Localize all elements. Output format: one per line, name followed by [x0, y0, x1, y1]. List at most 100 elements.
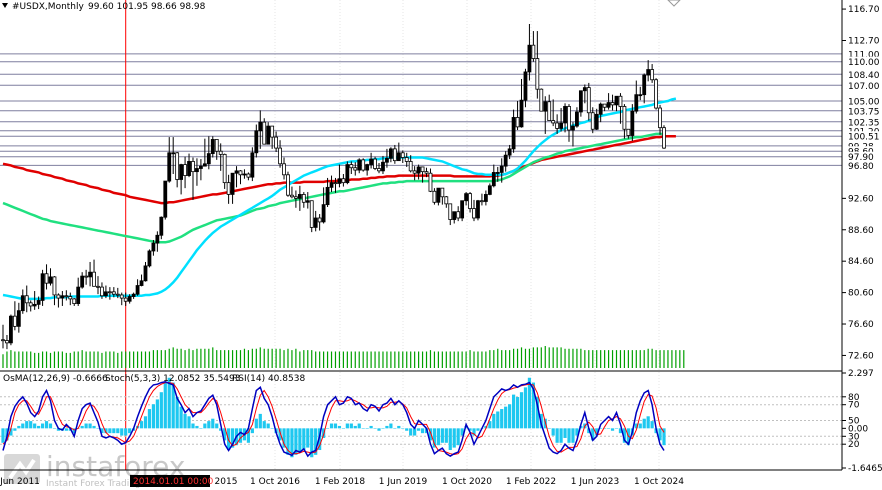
level-label-text: 108.40 [848, 71, 880, 81]
candle-body [52, 276, 57, 296]
candle-body [456, 211, 461, 219]
osma-bar [266, 423, 270, 429]
osma-bar [448, 428, 452, 451]
candle-body [183, 164, 187, 176]
osma-bar [302, 428, 306, 451]
osma-bar [504, 406, 508, 429]
candle-body [559, 122, 563, 129]
candle-body [321, 204, 326, 223]
osma-bar [650, 421, 654, 429]
osma-bar [401, 428, 405, 429]
x-tick-label: 2015 [215, 477, 238, 487]
candle-body [5, 340, 9, 344]
candle-body [511, 117, 516, 150]
candle-body [222, 153, 227, 184]
candle-body [274, 136, 279, 149]
osma-bar [195, 425, 199, 429]
candle-body [40, 273, 45, 301]
candle-body [432, 190, 437, 203]
candle-body [266, 125, 271, 145]
indicator-tick-label: 2.297 [848, 369, 874, 379]
osma-bar [456, 428, 460, 446]
candle-body [60, 295, 65, 299]
candle-body [115, 293, 120, 296]
candle-body [84, 275, 89, 278]
candle-body [575, 111, 579, 127]
x-tick-label: 1 Feb 2022 [506, 477, 556, 487]
osma-bar [440, 428, 444, 443]
x-tick-label: 1 Oct 2024 [634, 477, 684, 487]
candle-body [317, 217, 322, 223]
osma-bar [508, 404, 512, 429]
candle-body [68, 296, 73, 300]
candle-body [250, 152, 255, 178]
candle-body [353, 167, 358, 171]
candle-body [210, 139, 215, 154]
osma-bar [139, 421, 144, 429]
osma-bar [369, 425, 373, 429]
candle-body [206, 153, 211, 165]
osma-bar [353, 425, 357, 429]
osma-bar [365, 428, 369, 429]
candle-body [179, 164, 184, 180]
candle-body [618, 95, 623, 107]
osma-bar [389, 423, 393, 429]
candle-body [92, 271, 96, 287]
candle-body [594, 113, 599, 130]
candle-body [293, 196, 298, 199]
osma-bar [551, 428, 555, 436]
candle-body [377, 168, 381, 172]
osma-bar [13, 428, 17, 431]
y-tick-label: 88.60 [848, 226, 874, 236]
candle-body [270, 125, 275, 138]
osma-bar [147, 409, 152, 429]
osma-bar [511, 394, 516, 429]
candle-body [555, 122, 560, 129]
candle-body [416, 166, 421, 174]
osma-bar [52, 428, 57, 429]
x-tick-label: 1 Feb 2018 [315, 477, 366, 487]
candle-body [230, 172, 235, 195]
osma-bar [325, 428, 330, 429]
osma-bar [614, 428, 619, 429]
osma-header: OsMA(12,26,9) -0.6666 [3, 374, 108, 384]
candle-body [20, 295, 25, 312]
candle-body [119, 294, 124, 299]
chart-header-ohlc: 99.60 101.95 98.66 98.98 [88, 2, 206, 12]
candle-body [309, 200, 314, 228]
osma-bar [500, 409, 504, 429]
candle-body [361, 159, 366, 171]
candle-body [88, 271, 92, 278]
candle-body [258, 121, 263, 132]
y-tick-label: 84.60 [848, 257, 874, 267]
osma-bar [215, 423, 219, 429]
level-label: 110.00 [843, 56, 881, 68]
candle-body [436, 187, 441, 203]
candle-body [598, 103, 603, 115]
x-tick-label: 1 Jun 2019 [379, 477, 428, 487]
osma-bar [333, 423, 338, 429]
candle-body [80, 275, 85, 288]
osma-bar [393, 428, 397, 429]
candle-body [111, 291, 116, 295]
y-tick-label: 80.60 [848, 289, 874, 299]
candle-body [448, 203, 453, 220]
x-tick-label: Jun 2011 [0, 477, 40, 487]
chart-background [0, 0, 882, 490]
osma-bar [187, 416, 191, 429]
candle-body [139, 280, 144, 286]
candle-body [305, 200, 310, 203]
candle-body [476, 200, 480, 219]
osma-bar [1, 428, 5, 443]
osma-bar [112, 428, 116, 434]
candle-body [531, 44, 536, 59]
x-tick-label: 1 Jun 2023 [571, 477, 619, 487]
candle-body [487, 185, 492, 195]
candle-body [195, 168, 199, 173]
usdx-monthly-chart[interactable]: instaforex Instant Forex Trading 1 Oct 2… [0, 0, 882, 490]
candle-body [286, 174, 290, 196]
candle-body [658, 107, 662, 129]
candle-body [626, 128, 631, 136]
osma-bar [405, 428, 409, 431]
candle-body [333, 182, 338, 185]
